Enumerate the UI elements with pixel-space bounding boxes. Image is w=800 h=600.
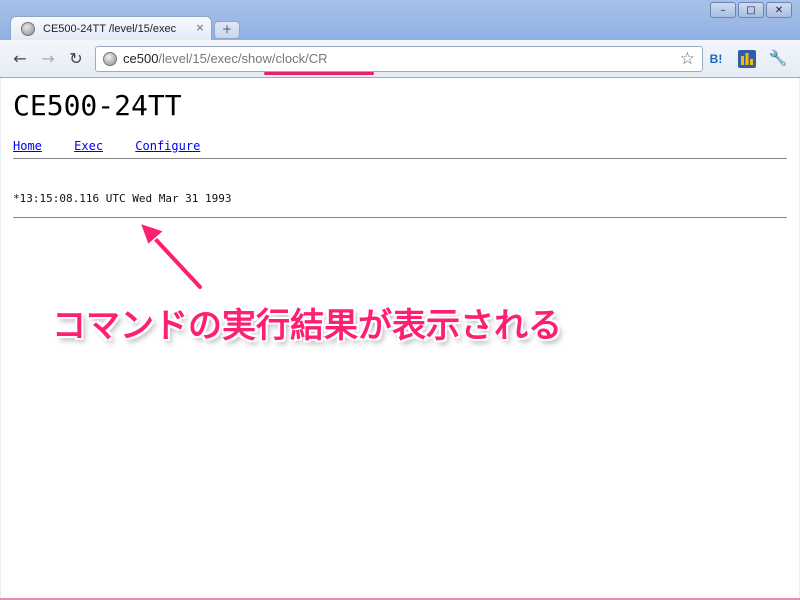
url-host: ce500 bbox=[123, 51, 159, 66]
globe-icon bbox=[21, 22, 35, 36]
back-arrow-icon[interactable]: ← bbox=[10, 49, 30, 69]
command-output: *13:15:08.116 UTC Wed Mar 31 1993 bbox=[13, 192, 232, 205]
nav-link-exec[interactable]: Exec bbox=[74, 139, 103, 153]
wrench-icon[interactable]: 🔧 bbox=[768, 50, 788, 68]
title-bar: CE500-24TT /level/15/exec × + – □ ✕ bbox=[0, 0, 800, 41]
browser-window: CE500-24TT /level/15/exec × + – □ ✕ ← → … bbox=[0, 0, 800, 600]
page-nav: Home Exec Configure bbox=[13, 138, 225, 154]
stats-extension-icon[interactable] bbox=[738, 50, 756, 68]
hatena-bookmark-icon[interactable]: B! bbox=[706, 50, 726, 68]
url-highlight-underline bbox=[264, 72, 374, 75]
tab-title: CE500-24TT /level/15/exec bbox=[43, 23, 177, 35]
new-tab-button[interactable]: + bbox=[214, 21, 240, 39]
url-path: /level/15/exec/show/clock/CR bbox=[158, 51, 328, 66]
browser-toolbar: ← → ↻ ce500/level/15/exec/show/clock/CR … bbox=[0, 40, 800, 78]
window-controls: – □ ✕ bbox=[710, 2, 792, 18]
minimize-button[interactable]: – bbox=[710, 2, 736, 18]
bookmark-star-icon[interactable]: ☆ bbox=[680, 49, 695, 69]
annotation-arrow bbox=[138, 221, 204, 291]
page-globe-icon bbox=[103, 52, 117, 66]
nav-link-configure[interactable]: Configure bbox=[135, 139, 200, 153]
close-window-button[interactable]: ✕ bbox=[766, 2, 792, 18]
page-title: CE500-24TT bbox=[13, 89, 182, 122]
url-text[interactable]: ce500/level/15/exec/show/clock/CR bbox=[123, 51, 328, 67]
browser-tab[interactable]: CE500-24TT /level/15/exec × bbox=[10, 16, 212, 41]
maximize-button[interactable]: □ bbox=[738, 2, 764, 18]
forward-arrow-icon[interactable]: → bbox=[38, 49, 58, 69]
divider bbox=[13, 158, 787, 159]
reload-icon[interactable]: ↻ bbox=[66, 49, 86, 69]
bar-chart-icon bbox=[741, 53, 753, 65]
annotation-text: コマンドの実行結果が表示される bbox=[52, 306, 562, 346]
address-bar[interactable]: ce500/level/15/exec/show/clock/CR ☆ bbox=[95, 46, 703, 72]
tab-close-icon[interactable]: × bbox=[193, 21, 207, 35]
nav-link-home[interactable]: Home bbox=[13, 139, 42, 153]
